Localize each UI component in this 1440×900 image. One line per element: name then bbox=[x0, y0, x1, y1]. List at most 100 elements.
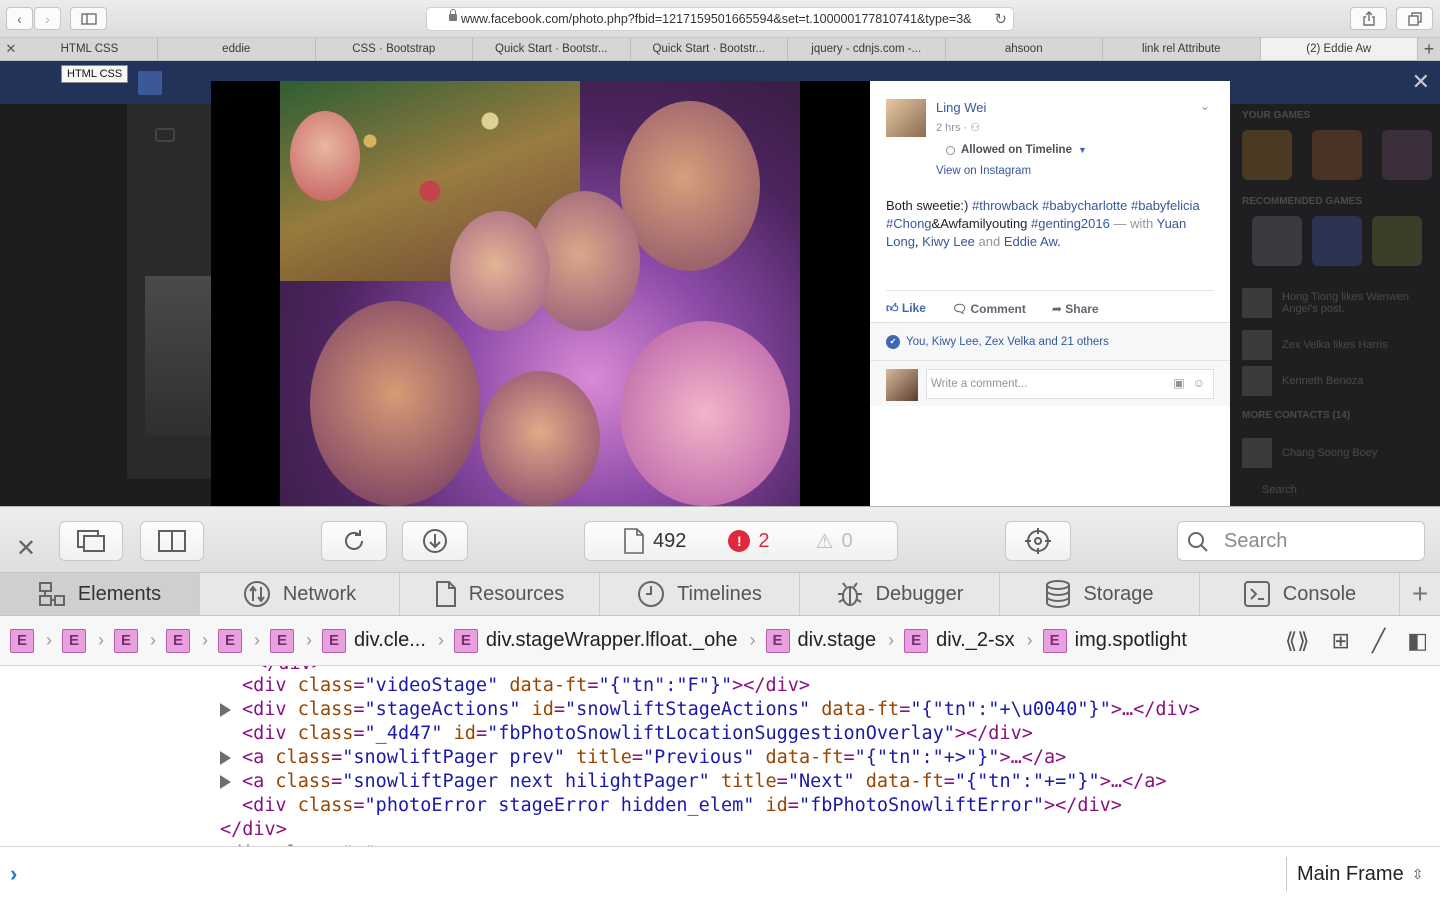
console-prompt-icon[interactable]: › bbox=[10, 861, 17, 887]
hashtag-link[interactable]: #Chong bbox=[886, 216, 932, 231]
camera-icon[interactable]: ▣ bbox=[1173, 376, 1184, 390]
shadow-dom-icon[interactable]: ⟪⟫ bbox=[1285, 628, 1309, 654]
forward-button[interactable]: › bbox=[34, 7, 61, 30]
breadcrumb-item[interactable]: E bbox=[114, 628, 138, 653]
new-tab-button[interactable]: + bbox=[1417, 38, 1440, 60]
close-inspector-icon[interactable]: ✕ bbox=[16, 534, 36, 563]
sidebar-panel-icon[interactable]: ◧ bbox=[1407, 628, 1428, 654]
dom-tree: </div> <div class="videoStage" data-ft="… bbox=[0, 666, 1440, 846]
paint-brush-icon[interactable]: ╱ bbox=[1372, 628, 1385, 654]
close-tab-icon[interactable]: ✕ bbox=[0, 38, 22, 60]
author-avatar[interactable] bbox=[886, 99, 926, 137]
dom-node[interactable]: <a class="snowliftPager prev" title="Pre… bbox=[220, 746, 1066, 770]
inspector-search-input[interactable]: Search bbox=[1177, 521, 1425, 561]
breadcrumb-item[interactable]: E bbox=[166, 628, 190, 653]
breadcrumb-item-selected[interactable]: Eimg.spotlight bbox=[1042, 628, 1187, 653]
detach-window-button[interactable] bbox=[59, 521, 123, 561]
chevron-down-icon[interactable]: ⌄ bbox=[1200, 99, 1210, 113]
chat-search[interactable]: Search bbox=[1242, 484, 1297, 496]
breadcrumb-item[interactable]: Ediv._2-sx bbox=[904, 628, 1015, 653]
game-tile[interactable] bbox=[1242, 130, 1292, 180]
game-tile[interactable] bbox=[1252, 216, 1302, 266]
spotlight-photo[interactable] bbox=[280, 81, 800, 506]
post-time[interactable]: 2 hrs · ⚇ bbox=[936, 121, 980, 134]
browser-tab[interactable]: Quick Start · Bootstr... bbox=[472, 38, 630, 60]
hashtag-link[interactable]: #babycharlotte bbox=[1042, 198, 1127, 213]
browser-tab[interactable]: CSS · Bootstrap bbox=[314, 38, 473, 60]
breadcrumb-item[interactable]: E bbox=[10, 628, 34, 653]
tab-console[interactable]: Console bbox=[1200, 573, 1400, 615]
close-photo-icon[interactable]: ✕ bbox=[1412, 69, 1430, 95]
breadcrumb-item[interactable]: E bbox=[270, 628, 294, 653]
tab-storage[interactable]: Storage bbox=[1000, 573, 1200, 615]
inspect-element-button[interactable] bbox=[1005, 521, 1071, 561]
timeline-status-dropdown[interactable]: Allowed on Timeline ▼ bbox=[946, 144, 1087, 156]
browser-tab[interactable]: eddie bbox=[157, 38, 315, 60]
tab-network[interactable]: Network bbox=[200, 573, 400, 615]
breadcrumb-item[interactable]: Ediv.stage bbox=[765, 628, 876, 653]
dock-side-button[interactable] bbox=[140, 521, 204, 561]
layout-grid-icon[interactable]: ⊞ bbox=[1332, 628, 1350, 654]
sidebar-toggle-button[interactable] bbox=[70, 7, 107, 30]
dom-node-close[interactable]: </div> bbox=[220, 818, 287, 842]
tab-resources[interactable]: Resources bbox=[400, 573, 600, 615]
console-input[interactable] bbox=[40, 857, 1270, 891]
breadcrumb-item[interactable]: Ediv.cle... bbox=[322, 628, 426, 653]
ticker-item[interactable]: Hong Tiong likes Wenwen Angel's post. bbox=[1242, 288, 1422, 318]
emoji-icon[interactable]: ☺ bbox=[1193, 376, 1205, 390]
likes-summary[interactable]: ✔ You, Kiwy Lee, Zex Velka and 21 others bbox=[870, 322, 1230, 360]
dom-node[interactable]: <a class="snowliftPager next hilightPage… bbox=[220, 770, 1167, 794]
tagged-person-link[interactable]: Eddie Aw bbox=[1004, 234, 1057, 249]
browser-tab[interactable]: ahsoon bbox=[944, 38, 1103, 60]
disclosure-triangle-icon[interactable] bbox=[220, 751, 231, 765]
browser-tab[interactable]: HTML CSS bbox=[22, 38, 157, 60]
ticker-item[interactable]: Kenneth Benoza bbox=[1242, 366, 1363, 396]
address-bar[interactable]: www.facebook.com/photo.php?fbid=12171595… bbox=[426, 7, 1014, 31]
add-tab-button[interactable]: + bbox=[1400, 573, 1440, 615]
game-tile[interactable] bbox=[1312, 216, 1362, 266]
tabs-overview-button[interactable] bbox=[1396, 7, 1433, 30]
hashtag-link[interactable]: #genting2016 bbox=[1031, 216, 1110, 231]
photo-stage[interactable] bbox=[211, 81, 870, 506]
dom-node[interactable]: <div class="videoStage" data-ft="{"tn":"… bbox=[242, 674, 810, 698]
disclosure-triangle-icon[interactable] bbox=[220, 703, 231, 717]
browser-tab[interactable]: link rel Attribute bbox=[1102, 38, 1260, 60]
contact-item[interactable]: Chang Soong Boey bbox=[1242, 438, 1377, 468]
view-on-instagram-link[interactable]: View on Instagram bbox=[936, 165, 1031, 177]
game-tile[interactable] bbox=[1382, 130, 1432, 180]
browser-tab[interactable]: jquery - cdnjs.com -... bbox=[787, 38, 945, 60]
dom-attr-value: "{"tn":"+="}" bbox=[954, 771, 1100, 792]
reload-icon[interactable]: ↻ bbox=[994, 10, 1007, 28]
tagged-person-link[interactable]: Kiwy Lee bbox=[922, 234, 975, 249]
like-button[interactable]: 👍︎ Like bbox=[886, 301, 926, 316]
browser-tab-active[interactable]: (2) Eddie Aw bbox=[1259, 38, 1417, 60]
breadcrumb-item[interactable]: Ediv.stageWrapper.lfloat._ohe bbox=[453, 628, 738, 653]
share-button[interactable] bbox=[1350, 7, 1387, 30]
dom-node[interactable]: <div class="stageActions" id="snowliftSt… bbox=[220, 698, 1200, 722]
frame-selector[interactable]: Main Frame ⇳ bbox=[1286, 857, 1423, 891]
share-post-button[interactable]: ➦ Share bbox=[1052, 302, 1099, 316]
comment-button[interactable]: 🗨︎ Comment bbox=[952, 302, 1026, 316]
game-tile[interactable] bbox=[1372, 216, 1422, 266]
download-archive-button[interactable] bbox=[402, 521, 468, 561]
comment-input[interactable]: Write a comment... ▣ ☺ bbox=[926, 369, 1214, 399]
dom-node[interactable]: <div class="_4d47" id="fbPhotoSnowliftLo… bbox=[242, 722, 1033, 746]
breadcrumb-item[interactable]: E bbox=[62, 628, 86, 653]
dom-node[interactable]: <div class="photoError stageError hidden… bbox=[242, 794, 1122, 818]
dashboard-summary[interactable]: 492 ! 2 ⚠︎ 0 bbox=[584, 521, 898, 561]
hashtag-link[interactable]: #throwback bbox=[972, 198, 1038, 213]
reload-page-button[interactable] bbox=[321, 521, 387, 561]
tab-elements[interactable]: Elements bbox=[0, 573, 200, 615]
breadcrumb-item[interactable]: E bbox=[218, 628, 242, 653]
ticker-item[interactable]: Zex Velka likes Harris bbox=[1242, 330, 1388, 360]
tab-debugger[interactable]: Debugger bbox=[800, 573, 1000, 615]
user-avatar[interactable] bbox=[886, 369, 918, 401]
browser-tab[interactable]: Quick Start · Bootstr... bbox=[629, 38, 788, 60]
tab-timelines[interactable]: Timelines bbox=[600, 573, 800, 615]
author-name[interactable]: Ling Wei bbox=[936, 100, 986, 115]
back-button[interactable]: ‹ bbox=[6, 7, 33, 30]
disclosure-triangle-icon[interactable] bbox=[220, 775, 231, 789]
facebook-logo-icon[interactable] bbox=[138, 71, 162, 95]
hashtag-link[interactable]: #babyfelicia bbox=[1131, 198, 1200, 213]
game-tile[interactable] bbox=[1312, 130, 1362, 180]
